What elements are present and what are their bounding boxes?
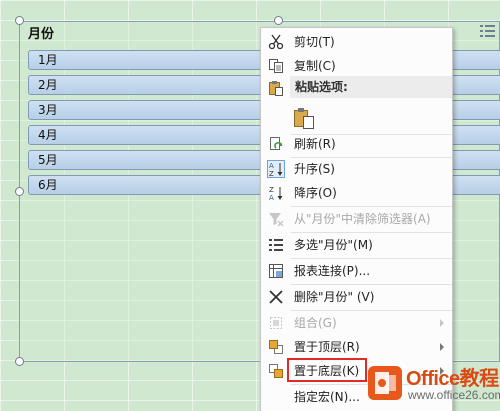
sort-descending-icon: ZA [267, 184, 285, 202]
watermark: Office教程网 www.office26.com [368, 362, 500, 407]
menu-item-copy[interactable]: 复制(C) [261, 54, 452, 78]
svg-text:Z: Z [269, 186, 274, 194]
menu-item-label: 报表连接(P)... [294, 264, 371, 278]
group-icon [267, 314, 285, 332]
menu-item-report-connections[interactable]: 报表连接(P)... [261, 259, 452, 283]
office-logo-icon [368, 366, 402, 400]
menu-item-paste-option[interactable] [261, 102, 452, 132]
watermark-title: Office教程网 [406, 368, 500, 390]
copy-icon [267, 57, 285, 75]
submenu-arrow-icon [440, 343, 444, 351]
paste-options-header: 粘贴选项: [290, 76, 452, 98]
menu-item-sort-ascending[interactable]: AZ 升序(S) [261, 157, 452, 181]
menu-item-group: 组合(G) [261, 311, 452, 335]
menu-item-label: 剪切(T) [294, 35, 335, 49]
menu-item-label: 置于顶层(R) [294, 340, 360, 354]
send-to-back-icon [267, 362, 285, 380]
menu-item-label: 升序(S) [294, 162, 335, 176]
menu-item-multi-select[interactable]: 多选"月份"(M) [261, 233, 452, 257]
highlight-box [287, 358, 367, 382]
menu-item-sort-descending[interactable]: ZA 降序(O) [261, 181, 452, 205]
submenu-arrow-icon [440, 319, 444, 327]
scissors-icon [267, 33, 285, 51]
context-menu: 剪切(T) 复制(C) 粘贴选项: 刷新(R) AZ 升序(S) ZA 降序(O… [260, 27, 453, 411]
menu-item-label: 刷新(R) [294, 137, 336, 151]
refresh-icon [267, 135, 285, 153]
menu-item-clear-filter: 从"月份"中清除筛选器(A) [261, 207, 452, 231]
menu-item-label: 删除"月份" (V) [294, 290, 375, 304]
slicer-header: 月份 [28, 27, 55, 42]
menu-item-label: 组合(G) [294, 316, 337, 330]
menu-item-refresh[interactable]: 刷新(R) [261, 132, 452, 156]
paste-option-icon [293, 107, 315, 129]
resize-handle-top-left[interactable] [15, 16, 24, 25]
multi-select-icon[interactable] [480, 24, 496, 38]
multi-select-icon [267, 236, 285, 254]
menu-item-label: 从"月份"中清除筛选器(A) [294, 212, 431, 226]
menu-item-bring-to-front[interactable]: 置于顶层(R) [261, 335, 452, 359]
svg-text:A: A [269, 162, 274, 170]
menu-item-cut[interactable]: 剪切(T) [261, 30, 452, 54]
paste-icon [267, 79, 285, 97]
menu-item-label: 指定宏(N)... [294, 390, 360, 404]
menu-item-label: 降序(O) [294, 186, 337, 200]
sort-ascending-icon: AZ [267, 160, 285, 178]
clear-filter-icon [267, 210, 285, 228]
report-connections-icon [267, 262, 285, 280]
menu-item-label: 复制(C) [294, 59, 336, 73]
watermark-url: www.office26.com [408, 388, 500, 402]
resize-handle-middle-left[interactable] [15, 187, 24, 196]
bring-to-front-icon [267, 338, 285, 356]
menu-item-label: 多选"月份"(M) [294, 238, 373, 252]
menu-item-delete-slicer[interactable]: 删除"月份" (V) [261, 285, 452, 309]
resize-handle-top-middle[interactable] [274, 16, 283, 25]
svg-text:Z: Z [269, 170, 274, 177]
delete-x-icon [267, 288, 285, 306]
svg-text:A: A [269, 194, 274, 201]
resize-handle-bottom-left[interactable] [15, 357, 24, 366]
